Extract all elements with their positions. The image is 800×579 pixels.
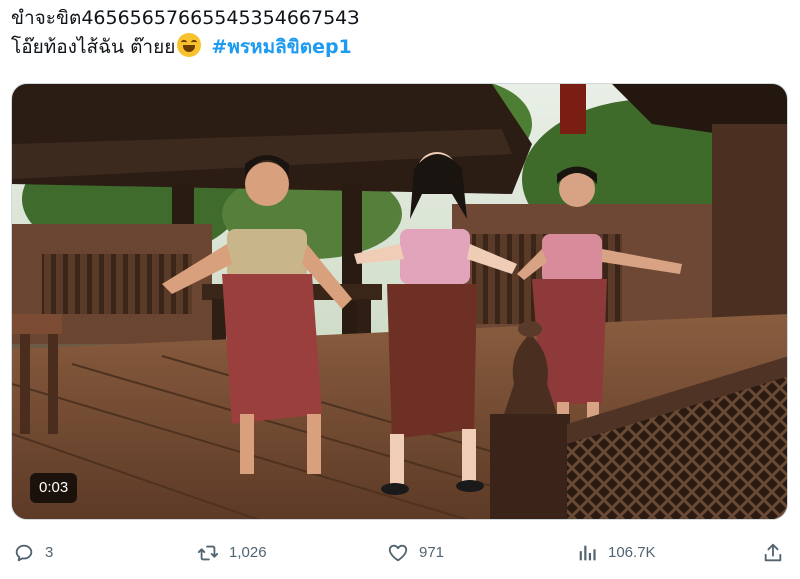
post-text: ขำจะขิต4656565766554535466754З โอ๊ยท้องไ… — [11, 4, 791, 62]
post-text-line-2-text: โอ๊ยท้องไส้ฉัน ต๊ายย — [11, 36, 176, 58]
views-chart-icon — [579, 545, 596, 561]
video-duration-badge: 0:03 — [30, 473, 78, 503]
views-button[interactable]: 106.7K — [576, 542, 656, 564]
post-actions-bar: 3 1,026 971 106.7K — [0, 536, 800, 576]
retweet-count: 1,026 — [229, 544, 267, 561]
hashtag-link[interactable]: #พรหมลิขิตep1 — [211, 36, 351, 58]
like-button[interactable]: 971 — [387, 542, 444, 564]
reply-button[interactable]: 3 — [13, 542, 53, 564]
video-player[interactable]: 0:03 — [11, 83, 788, 520]
share-icon — [764, 543, 782, 562]
reply-icon — [15, 544, 33, 562]
rolling-on-floor-laughing-emoji-icon — [177, 33, 202, 57]
retweet-icon — [197, 545, 219, 561]
video-frame — [12, 84, 787, 519]
share-button[interactable] — [762, 542, 794, 564]
heart-icon — [388, 544, 408, 562]
like-count: 971 — [419, 544, 445, 561]
reply-count: 3 — [45, 544, 54, 561]
view-count: 106.7K — [608, 544, 656, 561]
post-text-line-1: ขำจะขิต4656565766554535466754З — [11, 7, 360, 29]
retweet-button[interactable]: 1,026 — [197, 542, 267, 564]
post-text-line-2: โอ๊ยท้องไส้ฉัน ต๊ายย #พรหมลิขิตep1 — [11, 33, 791, 62]
